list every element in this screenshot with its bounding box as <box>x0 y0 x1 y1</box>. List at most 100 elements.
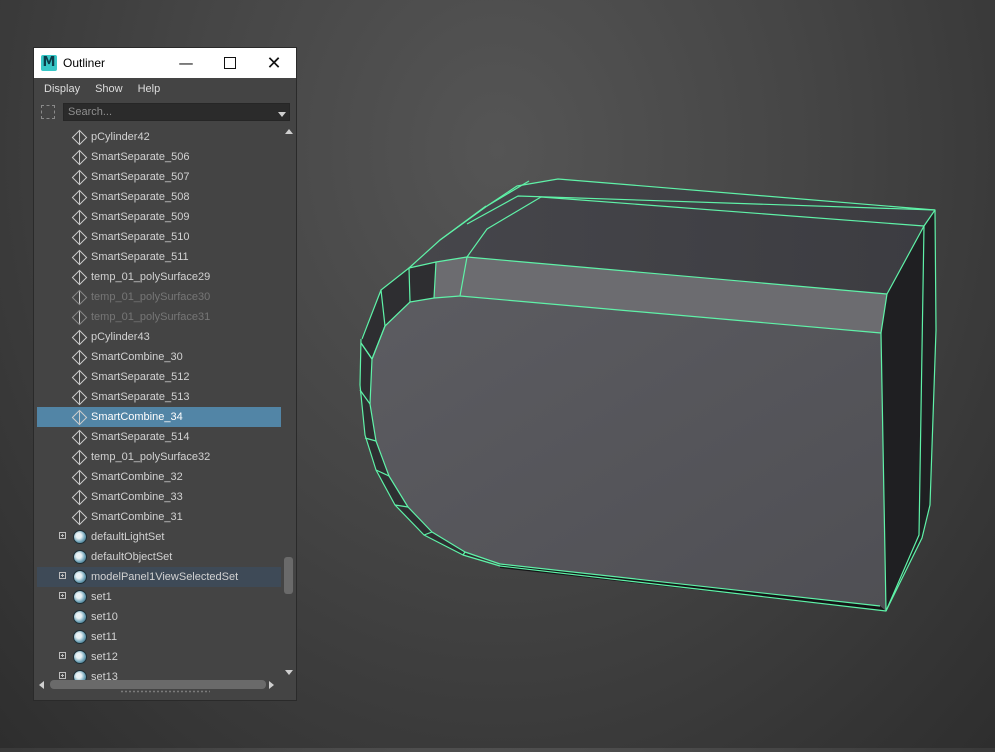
mesh-front-face <box>370 296 886 611</box>
tree-item[interactable]: set12 <box>37 647 281 667</box>
tree-item-icon-wrapper <box>71 169 88 186</box>
tree-item[interactable]: pCylinder43 <box>37 327 281 347</box>
tree-item-label: SmartCombine_34 <box>91 411 183 423</box>
tree-item[interactable]: SmartCombine_30 <box>37 347 281 367</box>
tree-item[interactable]: SmartSeparate_507 <box>37 167 281 187</box>
tree-item-icon-wrapper <box>71 349 88 366</box>
set-icon <box>73 630 87 644</box>
tree-item-icon-wrapper <box>71 429 88 446</box>
tree-item[interactable]: defaultObjectSet <box>37 547 281 567</box>
tree-item-icon-wrapper <box>72 530 87 544</box>
tree-item[interactable]: temp_01_polySurface29 <box>37 267 281 287</box>
tree-item-label: set10 <box>91 611 118 623</box>
mesh-icon <box>71 249 88 266</box>
search-row <box>34 100 296 124</box>
scroll-down-arrow-icon[interactable] <box>285 670 293 675</box>
tree-item[interactable]: SmartSeparate_511 <box>37 247 281 267</box>
outliner-tree: pCylinder42 SmartSeparate_506 SmartSeparat… <box>37 127 281 687</box>
tree-item-label: SmartSeparate_506 <box>91 151 190 163</box>
tree-item[interactable]: temp_01_polySurface32 <box>37 447 281 467</box>
window-title: Outliner <box>63 56 106 70</box>
tree-item-icon-wrapper <box>71 229 88 246</box>
tree-item-label: SmartSeparate_512 <box>91 371 190 383</box>
menu-bar: Display Show Help <box>34 78 296 100</box>
tree-item-label: temp_01_polySurface31 <box>91 311 211 323</box>
tree-item-label: temp_01_polySurface29 <box>91 271 211 283</box>
tree-item[interactable]: SmartSeparate_506 <box>37 147 281 167</box>
scroll-right-arrow-icon[interactable] <box>269 681 274 689</box>
mesh-icon <box>71 169 88 186</box>
search-options-chevron-down-icon[interactable] <box>278 112 286 117</box>
tree-item-icon-wrapper <box>71 269 88 286</box>
tree-item[interactable]: SmartSeparate_508 <box>37 187 281 207</box>
set-icon <box>73 530 87 544</box>
close-button[interactable]: ✕ <box>252 48 296 78</box>
tree-item-icon-wrapper <box>71 389 88 406</box>
expand-plus-icon[interactable] <box>59 652 66 659</box>
tree-item[interactable]: pCylinder42 <box>37 127 281 147</box>
expand-plus-icon[interactable] <box>59 572 66 579</box>
tree-item[interactable]: set10 <box>37 607 281 627</box>
tree-item-label: pCylinder42 <box>91 131 150 143</box>
tree-item[interactable]: temp_01_polySurface30 <box>37 287 281 307</box>
tree-item[interactable]: modelPanel1ViewSelectedSet <box>37 567 281 587</box>
tree-item-label: modelPanel1ViewSelectedSet <box>91 571 239 583</box>
scroll-left-arrow-icon[interactable] <box>39 681 44 689</box>
vertical-scrollbar[interactable] <box>284 127 294 679</box>
vertical-scroll-thumb[interactable] <box>284 557 293 594</box>
resize-grip-icon[interactable] <box>120 690 210 693</box>
menu-display[interactable]: Display <box>44 83 80 95</box>
mesh-icon <box>71 189 88 206</box>
tree-item-label: SmartCombine_31 <box>91 511 183 523</box>
tree-item-icon-wrapper <box>71 209 88 226</box>
minimize-button[interactable]: — <box>164 48 208 78</box>
set-icon <box>73 610 87 624</box>
tree-item[interactable]: SmartSeparate_514 <box>37 427 281 447</box>
mesh-icon <box>71 509 88 526</box>
mesh-icon <box>71 329 88 346</box>
mesh-icon <box>71 209 88 226</box>
tree-item-label: SmartSeparate_514 <box>91 431 190 443</box>
menu-show[interactable]: Show <box>95 83 123 95</box>
tree-item-label: temp_01_polySurface30 <box>91 291 211 303</box>
tree-item-icon-wrapper <box>71 509 88 526</box>
tree-item[interactable]: defaultLightSet <box>37 527 281 547</box>
menu-help[interactable]: Help <box>138 83 161 95</box>
tree-item-icon-wrapper <box>71 329 88 346</box>
tree-item-icon-wrapper <box>72 590 87 604</box>
search-input[interactable] <box>63 103 290 121</box>
tree-item-icon-wrapper <box>71 489 88 506</box>
maya-app-icon: M <box>41 55 57 71</box>
tree-item-label: set12 <box>91 651 118 663</box>
maximize-button[interactable] <box>208 48 252 78</box>
title-bar[interactable]: M Outliner — ✕ <box>34 48 296 78</box>
scroll-up-arrow-icon[interactable] <box>285 129 293 134</box>
tree-item-label: defaultObjectSet <box>91 551 173 563</box>
tree-item[interactable]: SmartCombine_32 <box>37 467 281 487</box>
tree-item-label: temp_01_polySurface32 <box>91 451 211 463</box>
tree-item[interactable]: set1 <box>37 587 281 607</box>
tree-item-label: defaultLightSet <box>91 531 165 543</box>
horizontal-scroll-thumb[interactable] <box>50 680 266 689</box>
outliner-window[interactable]: M Outliner — ✕ Display Show Help pCylind… <box>33 47 297 701</box>
tree-item-icon-wrapper <box>72 610 87 624</box>
tree-item[interactable]: SmartSeparate_513 <box>37 387 281 407</box>
tree-item[interactable]: SmartSeparate_510 <box>37 227 281 247</box>
tree-item[interactable]: SmartSeparate_512 <box>37 367 281 387</box>
mesh-icon <box>71 489 88 506</box>
tree-item[interactable]: set11 <box>37 627 281 647</box>
expand-plus-icon[interactable] <box>59 532 66 539</box>
expand-plus-icon[interactable] <box>59 592 66 599</box>
tree-item-label: set1 <box>91 591 112 603</box>
mesh-icon <box>71 409 88 426</box>
expand-plus-icon[interactable] <box>59 672 66 679</box>
tree-item[interactable]: SmartCombine_33 <box>37 487 281 507</box>
mesh-icon <box>71 269 88 286</box>
tree-item[interactable]: temp_01_polySurface31 <box>37 307 281 327</box>
tree-item-icon-wrapper <box>71 369 88 386</box>
tree-item[interactable]: SmartSeparate_509 <box>37 207 281 227</box>
select-filter-icon[interactable] <box>41 105 55 119</box>
tree-item[interactable]: SmartCombine_31 <box>37 507 281 527</box>
tree-item[interactable]: SmartCombine_34 <box>37 407 281 427</box>
set-icon <box>73 650 87 664</box>
